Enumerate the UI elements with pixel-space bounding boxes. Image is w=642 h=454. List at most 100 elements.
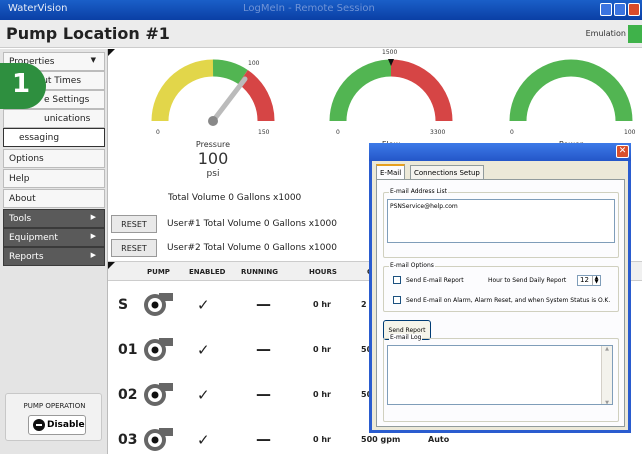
user1-volume: User#1 Total Volume 0 Gallons x1000 [167, 219, 337, 229]
email-address-list[interactable]: PSNService@help.com [387, 199, 615, 243]
flow-gauge: 0 3300 1500 Flow [326, 49, 456, 149]
pump-hours: 0 hr [313, 300, 331, 309]
hour-label: Hour to Send Daily Report [488, 277, 567, 284]
gauge-max: 100 [624, 129, 636, 136]
hour-value: 12 [580, 276, 589, 284]
gauge-band-green [212, 59, 248, 85]
dialog-close-button[interactable]: ✕ [616, 145, 629, 158]
address-list-group: E-mail Address List PSNService@help.com [383, 188, 619, 258]
gauge-marker: 100 [248, 60, 260, 67]
caret-right-icon: ▶ [90, 251, 96, 259]
sidebar-item-label: unications [44, 114, 91, 124]
pump-operation-panel: PUMP OPERATION Disable [5, 393, 102, 441]
email-log-title: E-mail Log [389, 334, 423, 341]
window-close-button[interactable] [628, 3, 640, 16]
tab-connections-setup[interactable]: Connections Setup [410, 165, 484, 179]
caret-right-icon: ▶ [90, 213, 96, 221]
running-status: — [256, 295, 271, 313]
caret-down-icon: ▼ [90, 56, 96, 64]
emulation-label: Emulation [585, 29, 626, 38]
caret-right-icon: ▶ [90, 232, 96, 240]
pump-icon [144, 338, 173, 361]
running-status: — [256, 430, 271, 448]
email-tab-panel: E-mail Address List PSNService@help.com … [376, 179, 625, 427]
sidebar-item-help[interactable]: Help [3, 169, 105, 188]
gauge-hub [208, 116, 218, 126]
send-report-label: Send E-mail Report [406, 277, 464, 284]
window-title-bar: WaterVision LogMeIn - Remote Session [0, 0, 642, 20]
pump-hours: 0 hr [313, 345, 331, 354]
pump-id: 02 [118, 387, 138, 403]
pressure-unit: psi [206, 169, 220, 179]
email-dialog: ✕ E-Mail Connections Setup E-mail Addres… [369, 143, 631, 433]
gauge-band-green [509, 59, 633, 122]
session-title: LogMeIn - Remote Session [243, 3, 375, 14]
minus-circle-icon [33, 419, 45, 431]
gauge-band-red [237, 69, 275, 122]
alarm-email-label: Send E-mail on Alarm, Alarm Reset, and w… [406, 297, 611, 304]
pressure-gauge: 0 150 100 Pressure [148, 49, 278, 149]
gauge-max: 3300 [430, 129, 446, 136]
reset-user1-button[interactable]: RESET [111, 215, 157, 233]
enabled-check-icon: ✓ [197, 386, 210, 404]
total-volume: Total Volume 0 Gallons x1000 [168, 193, 302, 203]
gauge-band-yellow [151, 59, 214, 122]
running-status: — [256, 340, 271, 358]
flow-gauge-dial [329, 59, 453, 122]
pressure-value: 100 [197, 149, 229, 168]
sidebar-item-tools[interactable]: Tools ▶ [3, 209, 105, 228]
user2-volume: User#2 Total Volume 0 Gallons x1000 [167, 243, 337, 253]
pump-hours: 0 hr [313, 435, 331, 444]
address-list-title: E-mail Address List [389, 188, 449, 195]
log-scrollbar[interactable]: ▲ ▼ [601, 346, 612, 406]
sidebar-item-reports[interactable]: Reports ▶ [3, 247, 105, 266]
minimize-button[interactable] [600, 3, 612, 16]
pump-icon [144, 428, 173, 451]
sidebar-item-options[interactable]: Options [3, 149, 105, 168]
gauge-max: 150 [258, 129, 270, 136]
gauge-label: Pressure [195, 140, 231, 149]
spinner-icon[interactable]: ▲ ▼ [592, 276, 600, 285]
email-options-title: E-mail Options [389, 262, 435, 269]
disable-button-label: Disable [47, 420, 85, 430]
tab-email[interactable]: E-Mail [376, 164, 406, 179]
sidebar-item-communications[interactable]: unications [3, 109, 105, 128]
sidebar-item-about[interactable]: About [3, 189, 105, 208]
enabled-check-icon: ✓ [197, 341, 210, 359]
sidebar: Properties ▼ hout Times e Settings unica… [0, 49, 108, 454]
col-pump: PUMP [147, 268, 170, 276]
sidebar-item-label: Reports [9, 252, 44, 262]
sidebar-item-label: About [9, 194, 36, 204]
enabled-check-icon: ✓ [197, 296, 210, 314]
send-report-checkbox[interactable] [393, 276, 401, 284]
corner-marker [108, 49, 115, 56]
email-log-group: E-mail Log ▲ ▼ [383, 334, 619, 422]
running-status: — [256, 385, 271, 403]
power-gauge-dial [509, 59, 633, 122]
dialog-title-bar: ✕ [369, 143, 631, 161]
app-title: WaterVision [8, 3, 68, 14]
pump-flow: 500 gpm [361, 435, 401, 444]
pump-id: S [118, 297, 129, 313]
sidebar-item-label: Tools [9, 214, 32, 224]
sidebar-item-messaging[interactable]: essaging [3, 128, 105, 147]
col-enabled: ENABLED [189, 268, 226, 276]
disable-button[interactable]: Disable [28, 415, 86, 435]
alarm-email-checkbox[interactable] [393, 296, 401, 304]
maximize-button[interactable] [614, 3, 626, 16]
gauge-min: 0 [510, 129, 514, 136]
col-running: RUNNING [241, 268, 278, 276]
pump-operation-label: PUMP OPERATION [23, 402, 86, 410]
gauge-needle [210, 76, 248, 124]
hour-stepper[interactable]: 12 ▲ ▼ [577, 275, 601, 286]
emulation-indicator [628, 25, 642, 43]
col-hours: HOURS [309, 268, 337, 276]
reset-user2-button[interactable]: RESET [111, 239, 157, 257]
email-options-group: E-mail Options Send E-mail Report Hour t… [383, 262, 619, 312]
sidebar-item-label: essaging [19, 133, 60, 143]
sidebar-item-label: Help [9, 174, 30, 184]
pump-icon [144, 383, 173, 406]
sidebar-item-equipment[interactable]: Equipment ▶ [3, 228, 105, 247]
email-log-box[interactable]: ▲ ▼ [387, 345, 613, 406]
page-title: Pump Location #1 [6, 24, 170, 43]
